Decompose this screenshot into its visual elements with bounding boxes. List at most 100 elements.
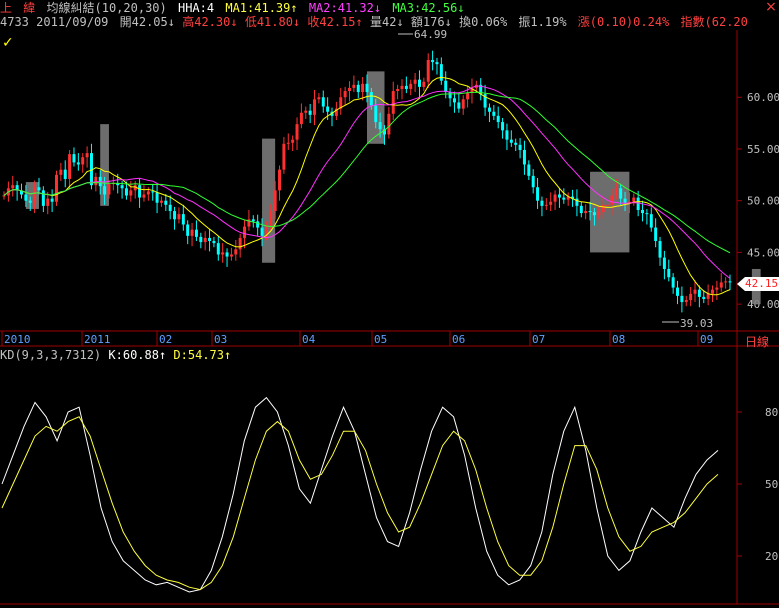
candle-body [592, 212, 596, 216]
candle-body [59, 169, 63, 175]
date-tick-label: 08 [612, 333, 625, 346]
candle-body [124, 188, 128, 196]
price-tick-label: 40.00 [747, 298, 779, 311]
candle-body [426, 60, 430, 82]
candle-body [457, 102, 461, 109]
candle-body [597, 212, 601, 216]
candle-body [177, 214, 181, 220]
candle-body [168, 204, 172, 212]
price-tick-label: 50.00 [747, 195, 779, 208]
candle-body [304, 110, 308, 113]
d-value: D:54.73↑ [173, 348, 232, 362]
candle-body [400, 85, 404, 89]
candle-body [715, 287, 719, 290]
date-tick-label: 05 [374, 333, 387, 346]
candle-body [501, 122, 505, 131]
price-tick-label: 60.00 [747, 91, 779, 104]
kd-d-line [1, 416, 719, 591]
candle-body [514, 142, 518, 145]
candle-body [684, 300, 688, 303]
date-tick-label: 04 [302, 333, 316, 346]
candle-body [50, 198, 54, 202]
candle-body [46, 198, 50, 206]
candle-body [155, 192, 159, 203]
period-label[interactable]: 日線 [745, 333, 769, 350]
candle-body [216, 243, 220, 255]
candle-body [120, 185, 124, 189]
candle-body [588, 211, 592, 213]
candle-body [164, 200, 168, 205]
candle-body [387, 113, 391, 135]
candle-body [369, 92, 373, 106]
candle-body [129, 190, 133, 196]
candle-body [719, 282, 723, 288]
candle-body [540, 200, 544, 206]
candle-body [348, 87, 352, 92]
candle-body [724, 281, 728, 283]
candle-body [584, 211, 588, 214]
candle-body [505, 130, 509, 140]
stock-chart[interactable]: ✓ 40.00 45.00 50.00 55.00 60.00 2010 2011 02 03 04… [0, 0, 779, 608]
candle-body [662, 257, 666, 269]
candle-body [28, 200, 32, 203]
kd-header: KD(9,3,3,7312) K:60.88↑ D:54.73↑ [0, 347, 231, 363]
kd-tick-label: 20 [765, 550, 778, 563]
date-tick-label: 09 [700, 333, 713, 346]
candle-body [326, 106, 330, 112]
candle-body [409, 83, 413, 89]
candle-body [431, 60, 435, 63]
candle-body [181, 214, 185, 225]
candle-body [562, 197, 566, 200]
candle-body [452, 98, 456, 103]
candle-body [37, 187, 41, 191]
candle-body [63, 169, 67, 179]
candle-body [391, 91, 395, 114]
candle-body [671, 277, 675, 288]
candle-body [667, 268, 671, 278]
candle-body [151, 191, 155, 193]
candle-body [632, 197, 636, 202]
candle-body [413, 79, 417, 84]
candle-body [579, 205, 583, 214]
candle-body [417, 79, 421, 87]
candle-body [702, 296, 706, 299]
candle-body [641, 210, 645, 214]
candle-body [606, 204, 610, 206]
candle-body [33, 187, 37, 203]
price-tick-label: 45.00 [747, 246, 779, 259]
candle-body [374, 105, 378, 123]
candle-body [544, 204, 548, 206]
candle-body [601, 204, 605, 213]
candle-body [317, 97, 321, 100]
candle-body [295, 124, 299, 140]
date-tick-label: 06 [452, 333, 465, 346]
date-tick-label: 07 [532, 333, 545, 346]
candle-body [190, 229, 194, 236]
candle-body [654, 227, 658, 242]
candle-body [256, 221, 260, 228]
date-tick-label: 2010 [4, 333, 31, 346]
candle-body [636, 197, 640, 210]
candle-body [76, 162, 80, 165]
consolidation-zone [590, 171, 630, 253]
check-icon: ✓ [2, 35, 14, 51]
kd-tick-label: 50 [765, 478, 778, 491]
candle-body [623, 198, 627, 203]
candle-body [518, 144, 522, 150]
candle-body [142, 194, 146, 198]
candle-body [645, 213, 649, 215]
candle-body [352, 84, 356, 88]
candle-body [649, 214, 653, 228]
candle-body [356, 84, 360, 93]
candle-body [680, 295, 684, 303]
candle-body [313, 99, 317, 115]
candle-body [378, 122, 382, 130]
date-tick-label: 02 [159, 333, 172, 346]
candle-body [203, 237, 207, 243]
candle-body [199, 236, 203, 243]
candle-body [238, 237, 242, 250]
candle-body [278, 169, 282, 191]
low-annotation: 39.03 [680, 317, 713, 330]
candle-body [273, 190, 277, 212]
candle-body [269, 211, 273, 226]
